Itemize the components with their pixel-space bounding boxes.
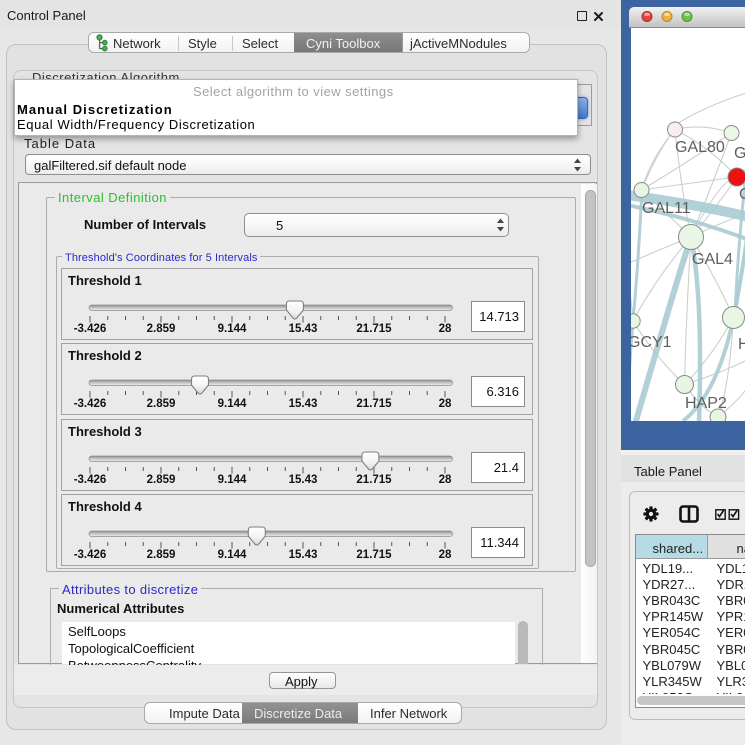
svg-text:-3.426: -3.426 <box>74 398 107 410</box>
svg-text:2.859: 2.859 <box>147 323 176 335</box>
svg-text:21.715: 21.715 <box>356 474 392 486</box>
svg-text:21.715: 21.715 <box>356 398 392 410</box>
svg-text:9.144: 9.144 <box>218 323 247 335</box>
svg-text:28: 28 <box>439 549 452 561</box>
svg-text:28: 28 <box>439 323 452 335</box>
svg-text:15.43: 15.43 <box>289 474 318 486</box>
svg-text:28: 28 <box>439 398 452 410</box>
svg-text:15.43: 15.43 <box>289 323 318 335</box>
svg-text:-3.426: -3.426 <box>74 474 107 486</box>
svg-text:9.144: 9.144 <box>218 549 247 561</box>
svg-text:9.144: 9.144 <box>218 398 247 410</box>
svg-text:HAP2: HAP2 <box>685 395 727 412</box>
svg-text:GA: GA <box>734 145 745 162</box>
svg-text:H: H <box>738 336 745 353</box>
svg-text:-3.426: -3.426 <box>74 549 107 561</box>
svg-text:2.859: 2.859 <box>147 474 176 486</box>
svg-text:-3.426: -3.426 <box>74 323 107 335</box>
svg-text:C: C <box>739 186 745 203</box>
svg-text:15.43: 15.43 <box>289 398 318 410</box>
svg-text:2.859: 2.859 <box>147 549 176 561</box>
svg-text:21.715: 21.715 <box>356 323 392 335</box>
svg-text:28: 28 <box>439 474 452 486</box>
svg-text:GCY1: GCY1 <box>631 334 672 351</box>
svg-text:GAL11: GAL11 <box>642 200 691 217</box>
svg-text:GAL4: GAL4 <box>692 251 733 268</box>
svg-text:21.715: 21.715 <box>356 549 392 561</box>
svg-text:GAL80: GAL80 <box>675 139 725 156</box>
svg-text:9.144: 9.144 <box>218 474 247 486</box>
svg-text:2.859: 2.859 <box>147 398 176 410</box>
svg-text:15.43: 15.43 <box>289 549 318 561</box>
